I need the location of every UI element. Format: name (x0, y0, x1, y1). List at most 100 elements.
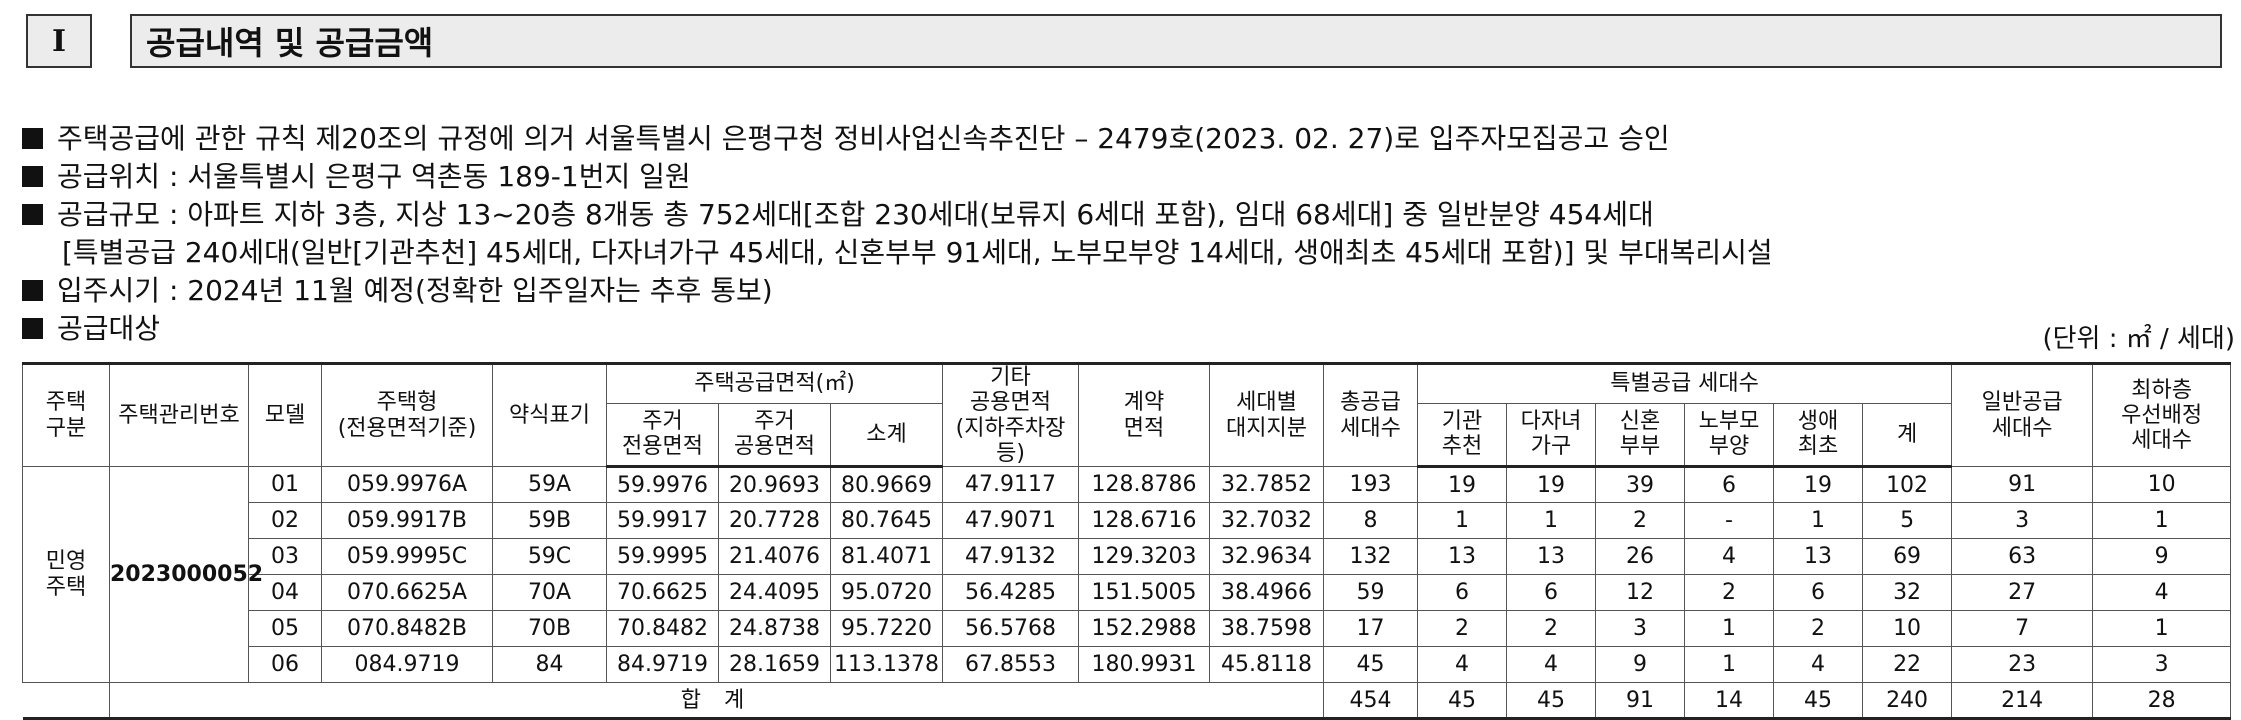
table-cell: 2 (1417, 610, 1508, 648)
table-cell: 01 (248, 466, 322, 504)
table-cell: 56.5768 (942, 610, 1080, 648)
table-cell: 2 (1506, 610, 1597, 648)
header-housing-type: 주택형 (전용면적기준) (321, 361, 493, 468)
table-cell: 2 (1684, 574, 1775, 612)
total-blank-cell (22, 682, 110, 720)
table-cell: 059.9976A (321, 466, 493, 504)
table-cell: 12 (1595, 574, 1686, 612)
table-cell: 10 (1862, 610, 1953, 648)
table-cell: 128.6716 (1078, 502, 1211, 540)
table-cell: 59.9995 (606, 538, 719, 576)
total-cell: 240 (1862, 682, 1953, 720)
table-cell: 9 (2092, 538, 2232, 576)
table-cell: 05 (248, 610, 322, 648)
table-cell: 2 (1773, 610, 1864, 648)
table-cell: 24.4095 (718, 574, 831, 612)
table-cell: 3 (1595, 610, 1686, 648)
table-cell: 91 (1951, 466, 2094, 504)
table-cell: 80.7645 (829, 502, 944, 540)
square-bullet-icon (22, 166, 43, 187)
table-cell: 59.9976 (606, 466, 719, 504)
table-cell: 59C (492, 538, 607, 576)
bullet-location: 공급위치 : 서울특별시 은평구 역촌동 189-1번지 일원 (22, 158, 2222, 196)
table-cell: 32.7032 (1209, 502, 1325, 540)
mgmt-no-cell: 2023000052 (109, 466, 263, 684)
header-subtotal: 소계 (829, 402, 944, 469)
table-cell: 21.4076 (718, 538, 831, 576)
table-cell: 20.7728 (718, 502, 831, 540)
table-row: 04 070.6625A 70A 70.6625 24.4095 95.0720 56.42… (23, 574, 2232, 612)
table-row: 02 059.9917B 59B 59.9917 20.7728 80.7645 47.90… (23, 502, 2232, 540)
table-cell: 80.9669 (829, 466, 944, 504)
table-cell: 059.9917B (321, 502, 493, 540)
table-cell: 45.8118 (1209, 646, 1325, 684)
table-cell: 70.6625 (606, 574, 719, 612)
table-cell: 32.7852 (1209, 466, 1325, 504)
header-elderly: 노부모 부양 (1684, 402, 1775, 469)
header-lowest-floor: 최하층 우선배정 세대수 (2092, 361, 2232, 468)
table-cell: 67.8553 (942, 646, 1080, 684)
table-cell: 28.1659 (718, 646, 831, 684)
table-cell: 02 (248, 502, 322, 540)
header-land-share: 세대별 대지지분 (1209, 361, 1325, 468)
table-cell: 1 (1684, 610, 1775, 648)
table-cell: 59 (1323, 574, 1419, 612)
table-cell: 113.1378 (829, 646, 944, 684)
table-cell: 19 (1506, 466, 1597, 504)
table-cell: 45 (1323, 646, 1419, 684)
table-cell: 3 (2092, 646, 2232, 684)
total-cell: 45 (1773, 682, 1864, 720)
notice-bullets: 주택공급에 관한 규칙 제20조의 규정에 의거 서울특별시 은평구청 정비사업… (22, 120, 2222, 348)
header-special-sum: 계 (1862, 402, 1953, 469)
total-row: 합 계 454 45 45 91 14 45 240 214 28 (22, 682, 2232, 720)
table-cell: 38.4966 (1209, 574, 1325, 612)
table-cell: 32.9634 (1209, 538, 1325, 576)
table-cell: 4 (1684, 538, 1775, 576)
table-cell: 4 (1506, 646, 1597, 684)
table-cell: 47.9071 (942, 502, 1080, 540)
table-cell: 59B (492, 502, 607, 540)
header-abbr: 약식표기 (492, 361, 607, 468)
header-multichild: 다자녀 가구 (1506, 402, 1597, 469)
header-common-area: 주거 공용면적 (718, 402, 831, 469)
table-cell: 84 (492, 646, 607, 684)
table-cell: 1 (1506, 502, 1597, 540)
table-cell: 6 (1684, 466, 1775, 504)
header-contract-area: 계약 면적 (1078, 361, 1211, 468)
table-cell: 151.5005 (1078, 574, 1211, 612)
square-bullet-icon (22, 204, 43, 225)
table-cell: 4 (2092, 574, 2232, 612)
table-cell: 59.9917 (606, 502, 719, 540)
table-cell: 1 (1773, 502, 1864, 540)
table-cell: 39 (1595, 466, 1686, 504)
table-row: 민영 주택 2023000052 01 059.9976A 59A 59.9976 20.… (22, 466, 2232, 684)
supply-table-body: 민영 주택 2023000052 01 059.9976A 59A 59.9976 20.… (22, 466, 2232, 720)
table-cell: 06 (248, 646, 322, 684)
table-cell: 59A (492, 466, 607, 504)
total-cell: 28 (2092, 682, 2232, 720)
table-cell: 9 (1595, 646, 1686, 684)
table-row: 03 059.9995C 59C 59.9995 21.4076 81.4071 47.91… (23, 538, 2232, 576)
table-cell: 32 (1862, 574, 1953, 612)
unit-note: (단위 : ㎡ / 세대) (2042, 324, 2235, 354)
table-cell: 20.9693 (718, 466, 831, 504)
square-bullet-icon (22, 318, 43, 339)
supply-table: 주택 구분 주택관리번호 모델 주택형 (전용면적기준) 약식표기 주택공급면적(㎡… (22, 361, 2232, 720)
table-cell: 70B (492, 610, 607, 648)
table-cell: 070.6625A (321, 574, 493, 612)
table-cell: 13 (1417, 538, 1508, 576)
table-cell: 84.9719 (606, 646, 719, 684)
table-cell: 6 (1417, 574, 1508, 612)
table-cell: 81.4071 (829, 538, 944, 576)
table-cell: 63 (1951, 538, 2094, 576)
house-category-cell: 민영 주택 (22, 466, 110, 684)
table-cell: 8 (1323, 502, 1419, 540)
bullet-target: 공급대상 (22, 310, 2222, 348)
table-cell: 10 (2092, 466, 2232, 504)
header-model: 모델 (248, 361, 322, 468)
table-cell: 7 (1951, 610, 2094, 648)
table-cell: 129.3203 (1078, 538, 1211, 576)
table-cell: 47.9132 (942, 538, 1080, 576)
table-cell: 19 (1417, 466, 1508, 504)
header-area-group: 주택공급면적(㎡) (605, 362, 944, 404)
